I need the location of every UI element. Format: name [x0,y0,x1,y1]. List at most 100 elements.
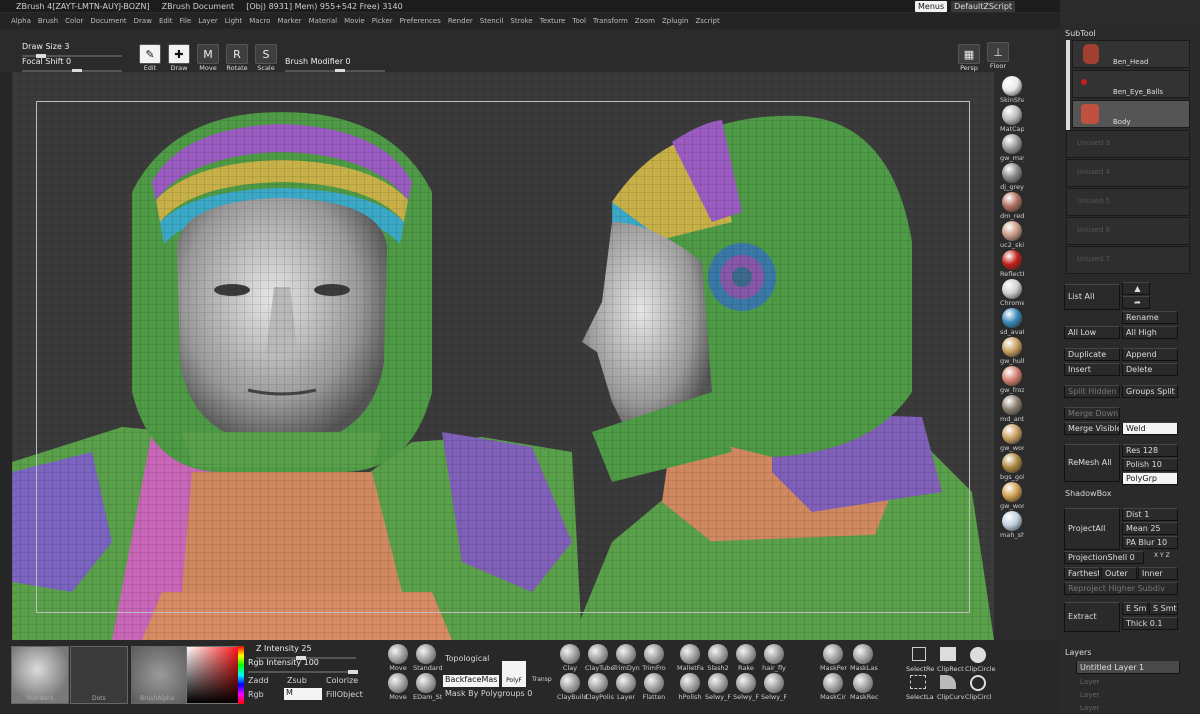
duplicate-button[interactable]: Duplicate [1064,348,1120,361]
brush-selwy-f[interactable]: Selwy_F [733,673,759,701]
brush-hpolish[interactable]: hPolish [677,673,703,701]
menu-item-preferences[interactable]: Preferences [400,17,441,25]
brush-layer[interactable]: Layer [613,673,639,701]
draw-size-slider[interactable]: Draw Size 3 [22,42,132,58]
material-1[interactable]: MatCap [1000,105,1024,133]
pa-blur-slider[interactable]: PA Blur 10 [1122,536,1178,549]
menu-item-draw[interactable]: Draw [134,17,152,25]
brush-clay[interactable]: Clay [557,644,583,672]
res-slider[interactable]: Res 128 [1122,444,1178,457]
focal-shift-slider[interactable]: Focal Shift 0 [22,57,132,73]
material-9[interactable]: gw_hulk [1000,337,1024,365]
brush-slash2[interactable]: Slash2 [705,644,731,672]
polygrp-toggle[interactable]: PolyGrp [1122,472,1178,485]
projection-shell-slider[interactable]: ProjectionShell 0 [1064,551,1144,564]
brush-maskrec[interactable]: MaskRec [850,673,879,701]
backface-mask-toggle[interactable]: BackfaceMas [443,675,499,687]
brush-modifier-slider[interactable]: Brush Modifier 0 [285,57,395,73]
list-all-button[interactable]: List All [1064,284,1120,310]
colorize-button[interactable]: Colorize [326,676,358,685]
menu-item-tool[interactable]: Tool [572,17,586,25]
menu-item-transform[interactable]: Transform [593,17,628,25]
farthest-button[interactable]: Farthest [1064,567,1100,580]
edit-button[interactable]: ✎ Edit [137,44,163,74]
split-hidden-button[interactable]: Split Hidden [1064,385,1120,398]
brush-claypolis[interactable]: ClayPolis [585,673,614,701]
all-low-button[interactable]: All Low [1064,326,1120,339]
hue-slider[interactable] [238,646,244,704]
menu-item-render[interactable]: Render [448,17,473,25]
brush-claytube[interactable]: ClayTube [585,644,614,672]
menu-item-stencil[interactable]: Stencil [480,17,504,25]
brush-maskcir[interactable]: MaskCir [820,673,846,701]
polyf-button[interactable]: PolyF [502,661,526,687]
menus-button[interactable]: Menus [915,0,948,12]
dist-slider[interactable]: Dist 1 [1122,508,1178,521]
rotate-button[interactable]: R Rotate [224,44,250,74]
material-6[interactable]: ReflectR [1000,250,1024,278]
draw-button[interactable]: ✚ Draw [166,44,192,74]
move-up-button[interactable]: ▲ [1122,282,1150,295]
material-14[interactable]: gw_wor [1000,482,1024,510]
material-4[interactable]: dm_redt [1000,192,1024,220]
zsub-button[interactable]: Zsub [287,676,307,685]
select-rect-icon[interactable] [912,647,926,661]
rename-button[interactable]: Rename [1122,311,1178,324]
brush-selwy-f[interactable]: Selwy_F [761,673,787,701]
clip-rect-icon[interactable] [940,647,956,661]
menu-item-zplugin[interactable]: Zplugin [662,17,688,25]
append-button[interactable]: Append [1122,348,1178,361]
default-zscript-button[interactable]: DefaultZScript [951,0,1016,12]
subtool-unused-6[interactable]: Unused 6 [1066,217,1190,245]
material-8[interactable]: sd_avat [1000,308,1024,336]
menu-item-zscript[interactable]: Zscript [695,17,719,25]
rgb-intensity-slider[interactable]: Rgb Intensity 100 [248,658,363,674]
extract-button[interactable]: Extract [1064,602,1120,632]
thick-slider[interactable]: Thick 0.1 [1122,617,1178,630]
material-12[interactable]: gw_wor [1000,424,1024,452]
brush-masklas[interactable]: MaskLas [850,644,878,672]
rgb-button[interactable]: Rgb [248,690,264,699]
menu-item-zoom[interactable]: Zoom [635,17,655,25]
inner-button[interactable]: Inner [1138,567,1178,580]
xyz-toggle[interactable]: X Y Z [1154,552,1170,559]
menu-item-picker[interactable]: Picker [372,17,393,25]
polish-slider[interactable]: Polish 10 [1122,458,1178,471]
menu-item-movie[interactable]: Movie [344,17,365,25]
subtool-unused-4[interactable]: Unused 4 [1066,159,1190,187]
move-button[interactable]: M Move [195,44,221,74]
layer-1-row[interactable]: Untitled Layer 1 [1076,661,1180,674]
material-13[interactable]: bgs_golc [1000,453,1024,481]
m-button[interactable]: M [284,688,322,700]
merge-visible-button[interactable]: Merge Visible [1064,422,1120,435]
layer-slot-3[interactable]: Layer [1080,691,1100,699]
remesh-all-button[interactable]: ReMesh All [1064,444,1120,482]
persp-button[interactable]: ▦ Persp [956,44,982,74]
material-5[interactable]: uc2_skin [1000,221,1024,249]
scale-button[interactable]: S Scale [253,44,279,74]
s-smt-slider[interactable]: S Smt [1149,602,1178,615]
fill-object-button[interactable]: FillObject [326,690,363,699]
weld-toggle[interactable]: Weld [1122,422,1178,435]
material-11[interactable]: md_anth [1000,395,1024,423]
layer-slot-4[interactable]: Layer [1080,704,1100,712]
insert-button[interactable]: Insert [1064,363,1120,376]
material-0[interactable]: SkinShac [1000,76,1024,104]
subtool-unused-3[interactable]: Unused 3 [1066,130,1190,158]
shadowbox-label[interactable]: ShadowBox [1065,489,1111,498]
select-lasso-icon[interactable] [910,675,926,689]
brush-rake[interactable]: Rake [733,644,759,672]
menu-item-color[interactable]: Color [65,17,83,25]
menu-item-alpha[interactable]: Alpha [11,17,31,25]
outer-button[interactable]: Outer [1101,567,1137,580]
transp-button[interactable]: Transp [532,676,552,683]
subtool-body[interactable]: Body [1072,100,1190,128]
menu-item-file[interactable]: File [180,17,192,25]
brush-malletfa[interactable]: MalletFa [677,644,704,672]
clip-circle-center-icon[interactable] [970,675,986,691]
menu-item-brush[interactable]: Brush [38,17,58,25]
delete-button[interactable]: Delete [1122,363,1178,376]
mask-by-polygroups-slider[interactable]: Mask By Polygroups 0 [445,689,532,698]
left-tray[interactable] [0,72,12,642]
subtool-scrollbar[interactable] [1066,40,1070,136]
